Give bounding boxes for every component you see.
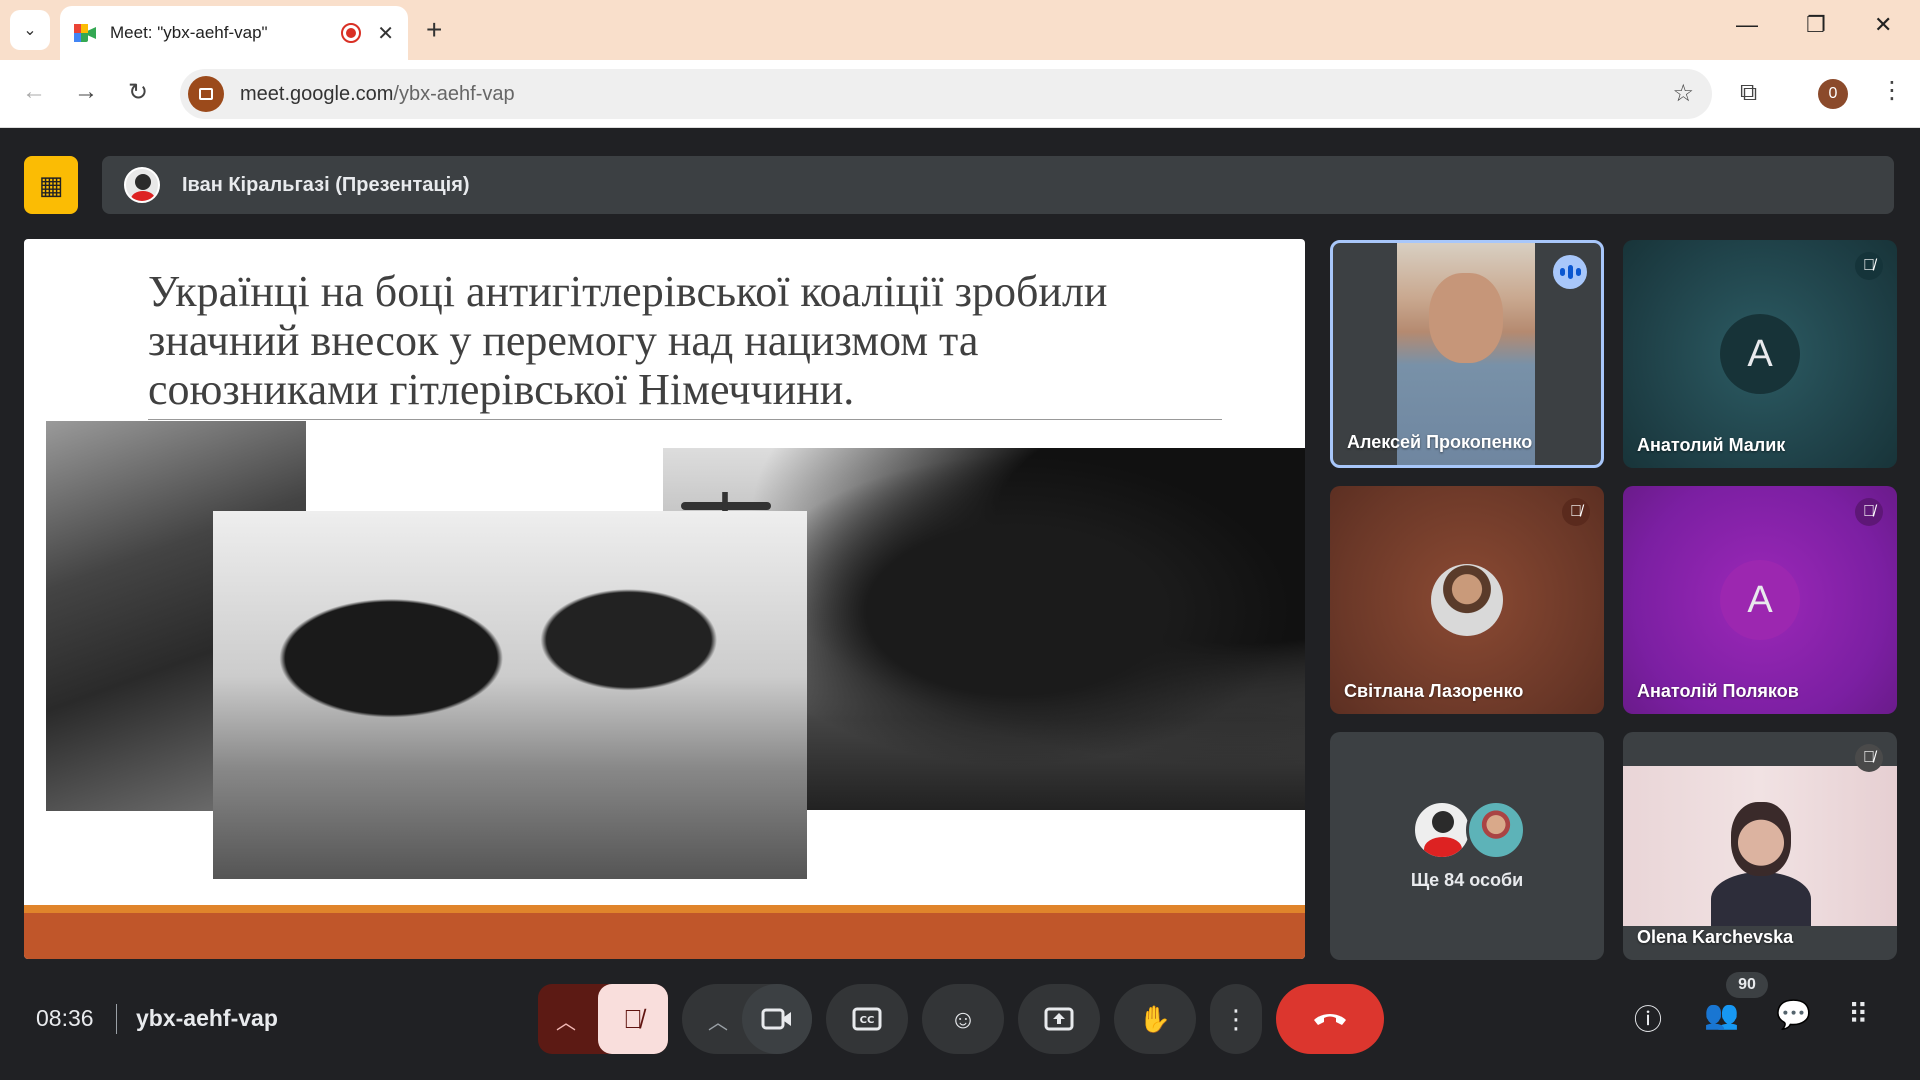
reload-icon[interactable]: ↻ [128,78,148,107]
more-participants-label: Ще 84 особи [1410,870,1524,890]
participant-avatar: A [1720,560,1800,640]
participant-tile[interactable]: 🎙̸ Olena Karchevska [1623,732,1897,960]
presenter-name: Іван Кіральгазі (Презентація) [182,173,470,196]
captions-button[interactable]: CC [826,984,908,1054]
presenter-avatar [124,167,160,203]
participant-avatar [1431,564,1503,636]
reactions-emoji-button[interactable]: ☺ [922,984,1004,1054]
participant-avatar: A [1720,314,1800,394]
stop-presenting-icon[interactable]: ▦ [24,156,78,214]
meeting-info-icon[interactable]: ⓘ [1634,998,1662,1038]
profile-avatar[interactable]: 0 [1818,79,1848,109]
leave-call-button[interactable] [1276,984,1384,1054]
participant-name: Світлана Лазоренко [1344,681,1524,701]
url-text: meet.google.com/ybx-aehf-vap [240,82,515,105]
slide-divider [148,419,1222,420]
camera-control: ︿ [682,984,812,1054]
plane-shape [681,502,771,510]
new-tab-plus-icon[interactable]: + [426,14,442,46]
slide-footer-band [24,913,1305,959]
extensions-puzzle-icon[interactable]: ⧉ [1740,79,1757,107]
address-bar[interactable]: meet.google.com/ybx-aehf-vap ☆ [180,69,1712,119]
mic-off-icon: 🎙̸ [1855,498,1883,526]
divider [116,1004,117,1034]
participant-tile[interactable]: 🎙̸ A Анатолий Малик [1623,240,1897,468]
restore-icon[interactable]: ❐ [1806,12,1826,38]
mic-toggle-button[interactable]: 🎙̸ [598,984,668,1054]
meet-favicon-icon [74,24,96,42]
tab-search-chevron-icon[interactable]: ⌄ [10,10,50,50]
minimize-icon[interactable]: — [1736,12,1758,38]
forward-arrow-icon[interactable]: → [74,78,98,106]
more-participants-avatars [1412,800,1532,860]
present-screen-button[interactable] [1018,984,1100,1054]
slide-title: Українці на боці антигітлерівської коалі… [148,267,1108,414]
svg-text:CC: CC [860,1015,875,1026]
activities-grid-icon[interactable]: ⠿ [1848,998,1869,1031]
raise-hand-button[interactable]: ✋ [1114,984,1196,1054]
recording-indicator-icon [341,23,362,43]
slide-photo-soldiers-advancing [213,511,807,879]
participant-tile[interactable]: 🎙̸ A Анатолій Поляков [1623,486,1897,714]
browser-tab-bar: ⌄ Meet: "ybx-aehf-vap" ✕ + — ❐ ✕ [0,0,1920,60]
window-close-icon[interactable]: ✕ [1874,12,1892,38]
participant-name: Анатолий Малик [1637,435,1786,455]
speaking-indicator-icon [1553,255,1587,289]
browser-tab[interactable]: Meet: "ybx-aehf-vap" ✕ [60,6,408,60]
people-icon[interactable]: 👥 [1704,998,1739,1031]
video-options-chevron-icon[interactable]: ︿ [708,1006,728,1035]
microphone-control: ︿ 🎙̸ [538,984,668,1054]
mic-off-icon: 🎙̸ [1855,744,1883,772]
participant-name: Анатолій Поляков [1637,681,1799,701]
mic-off-icon: 🎙̸ [1562,498,1590,526]
tab-title: Meet: "ybx-aehf-vap" [110,23,268,42]
participant-name: Алексей Прокопенко [1347,432,1533,452]
site-camera-icon[interactable] [188,76,224,112]
tab-close-icon[interactable]: ✕ [377,21,394,46]
meeting-time: 08:36 [36,1005,94,1031]
slide-footer-stripe [24,905,1305,913]
participant-name: Olena Karchevska [1637,927,1794,947]
people-count-badge: 90 [1726,972,1768,998]
more-participants-tile[interactable]: Ще 84 особи [1330,732,1604,960]
audio-options-chevron-icon[interactable]: ︿ [556,1006,576,1035]
browser-toolbar: ← → ↻ meet.google.com/ybx-aehf-vap ☆ ⧉ 0… [0,60,1920,128]
more-options-button[interactable]: ⋮ [1210,984,1262,1054]
camera-toggle-button[interactable] [742,984,812,1054]
presenter-bar: Іван Кіральгазі (Презентація) [102,156,1894,214]
presentation-slide: Українці на боці антигітлерівської коалі… [24,239,1305,959]
bookmark-star-icon[interactable]: ☆ [1672,79,1694,108]
browser-menu-icon[interactable]: ⋮ [1880,76,1904,105]
mic-off-icon: 🎙̸ [1855,252,1883,280]
chat-icon[interactable]: 💬 [1776,998,1811,1031]
participant-tile[interactable]: Алексей Прокопенко [1330,240,1604,468]
participant-tile[interactable]: 🎙̸ Світлана Лазоренко [1330,486,1604,714]
meeting-code: ybx-aehf-vap [136,1005,278,1031]
participant-video [1623,766,1897,926]
back-arrow-icon[interactable]: ← [22,78,46,106]
